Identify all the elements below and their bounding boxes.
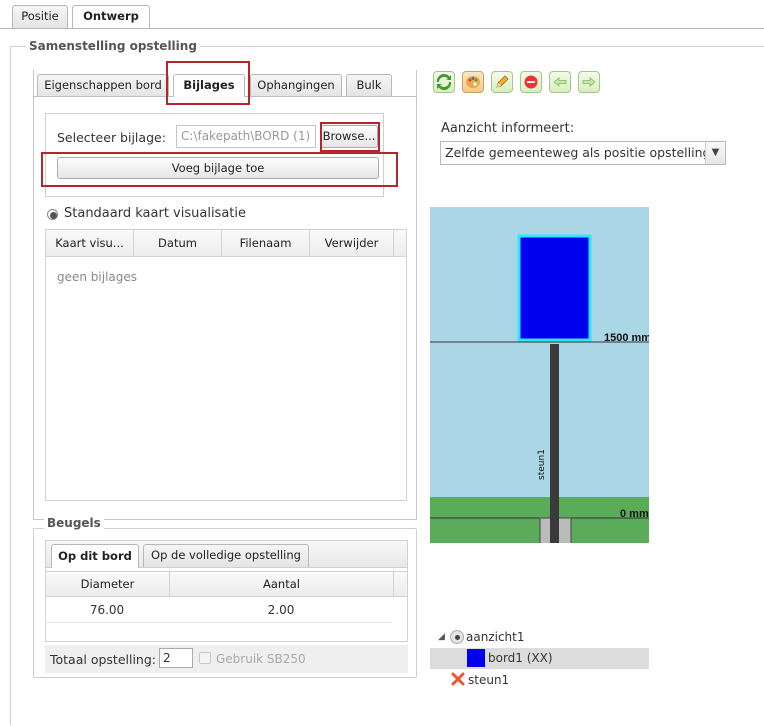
refresh-icon[interactable] [433,71,455,93]
drawing-canvas[interactable]: 1500 mm 0 mm steun1 [430,207,649,543]
col-kaart-visualisatie[interactable]: Kaart visu... [46,230,134,256]
sb250-checkbox[interactable] [199,652,211,664]
tab-eigenschappen-label: Eigenschappen bord [44,78,162,92]
tab-op-dit-bord[interactable]: Op dit bord [51,544,139,568]
arrow-right-icon[interactable] [578,71,600,93]
tab-positie[interactable]: Positie [12,5,68,28]
eye-pupil [455,635,460,640]
pole[interactable] [550,344,559,543]
view-selected-option: Zelfde gemeenteweg als positie opstellin… [445,145,711,160]
attachment-file-input[interactable]: C:\fakepath\BORD (1) [176,125,316,148]
drawing-svg: 1500 mm 0 mm steun1 [430,207,649,543]
board[interactable] [517,234,592,342]
row-diameter: 76.00 [89,603,125,617]
view-select[interactable]: Zelfde gemeenteweg als positie opstellin… [440,141,726,165]
chevron-down-icon[interactable]: ▼ [705,142,725,164]
composition-legend: Samenstelling opstelling [26,38,200,54]
beugels-legend: Beugels [44,515,104,531]
select-attachment-label: Selecteer bijlage: [57,130,166,145]
tree-item-steun1[interactable]: steun1 [468,673,509,687]
radio-dot [50,212,57,219]
tab-op-dit-bord-label: Op dit bord [58,549,132,563]
tab-volledige-opstelling[interactable]: Op de volledige opstelling [143,544,309,567]
pole-label: steun1 [537,449,547,480]
level-1500-label: 1500 mm [604,332,649,344]
tab-bulk[interactable]: Bulk [346,74,392,96]
tab-eigenschappen-bord[interactable]: Eigenschappen bord [37,74,169,96]
col-aantal[interactable]: Aantal [170,572,394,596]
level-0-label: 0 mm [620,508,649,520]
palette-icon[interactable] [462,71,484,93]
arrow-left-icon[interactable] [549,71,571,93]
tree-expand-icon[interactable]: ◢ [438,632,445,642]
top-tabs-divider [0,28,764,29]
empty-grid-text: geen bijlages [57,270,138,284]
total-input[interactable]: 2 [159,648,193,668]
highlight-bijlages-tab [166,61,250,105]
col-verwijder[interactable]: Verwijder [310,230,394,256]
tab-positie-label: Positie [21,9,59,23]
tab-bulk-label: Bulk [356,78,382,92]
view-label: Aanzicht informeert: [441,121,575,136]
edit-pencil-icon[interactable] [491,71,513,93]
tab-ophangingen-label: Ophangingen [257,78,335,92]
standard-map-label: Standaard kaart visualisatie [64,206,246,221]
highlight-add-attachment [41,152,398,187]
standard-map-radio[interactable] [47,209,58,220]
total-label: Totaal opstelling: [50,652,156,667]
row-aantal: 2.00 [267,603,295,617]
col-diameter[interactable]: Diameter [46,572,170,596]
total-value: 2 [163,651,171,665]
beugels-grid-header: Diameter Aantal [45,571,408,597]
tab-ontwerp[interactable]: Ontwerp [72,5,150,29]
tab-volledige-opstelling-label: Op de volledige opstelling [151,548,301,562]
sb250-label: Gebruik SB250 [216,652,306,666]
attachments-grid-header: Kaart visu... Datum Filenaam Verwijder [45,229,407,257]
tree-item-bord1: bord1 (XX) [488,651,553,665]
delete-icon[interactable] [520,71,542,93]
eye-icon[interactable] [450,630,464,644]
table-row[interactable]: 76.00 2.00 [45,597,392,623]
highlight-browse [320,122,380,152]
tree-root[interactable]: aanzicht1 [466,630,525,644]
blue-square-icon [467,649,485,667]
attachment-file-value: C:\fakepath\BORD (1) [181,129,311,143]
col-filenaam[interactable]: Filenaam [222,230,310,256]
col-datum[interactable]: Datum [134,230,222,256]
tab-ophangingen[interactable]: Ophangingen [250,74,342,96]
red-x-icon [451,672,465,686]
tab-ontwerp-label: Ontwerp [83,9,139,23]
